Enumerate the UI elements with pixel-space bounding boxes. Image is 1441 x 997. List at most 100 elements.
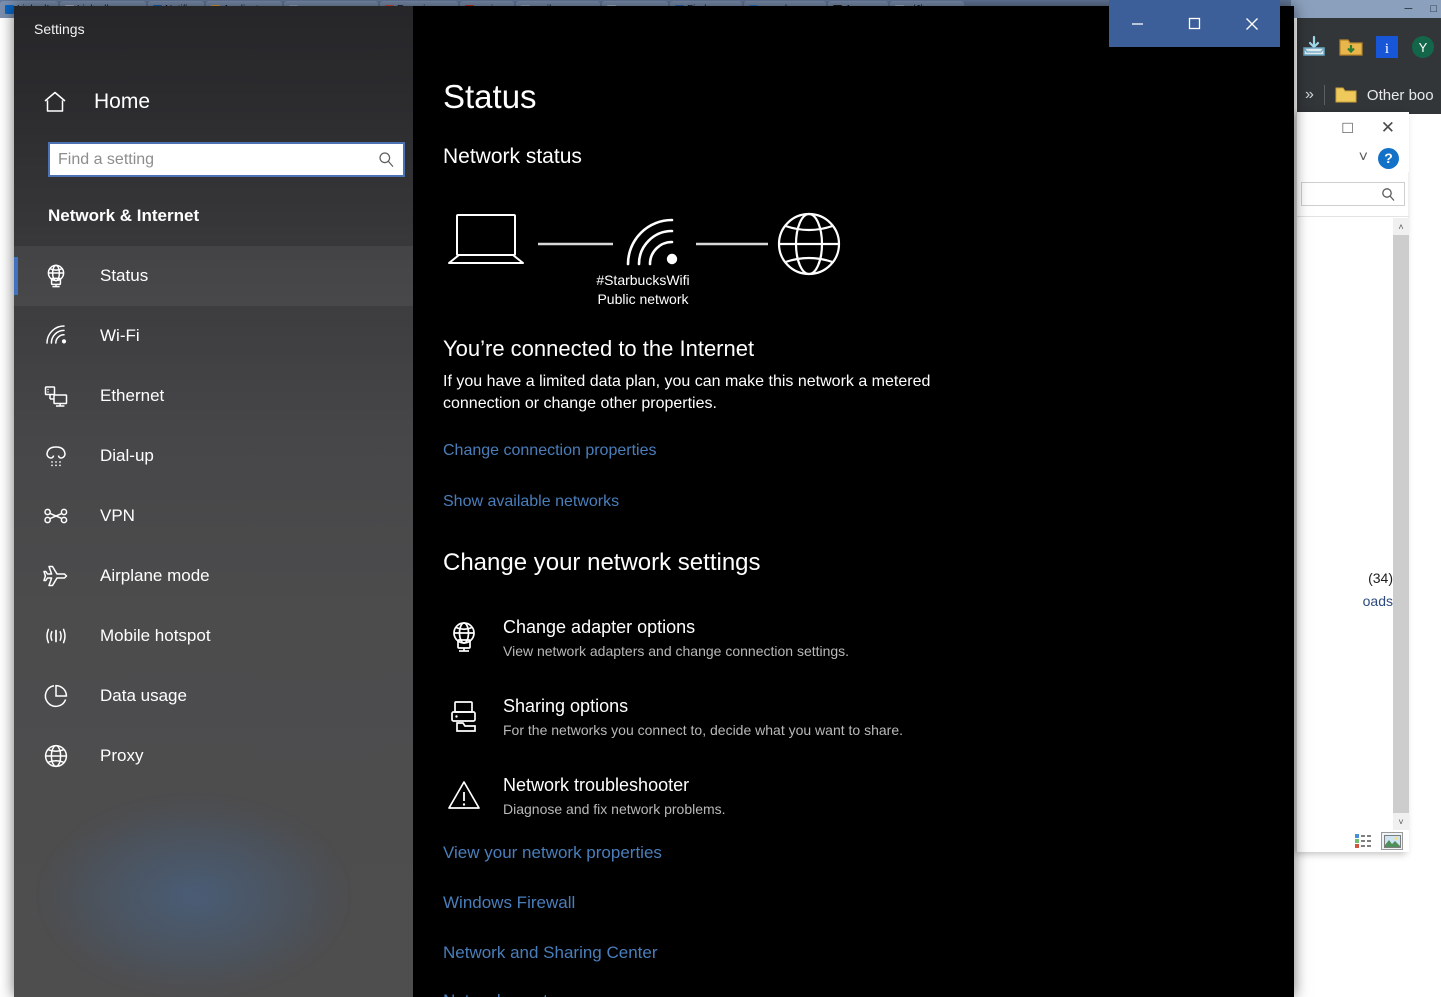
settings-window-controls (1109, 0, 1280, 47)
dialog-close-button[interactable]: ✕ (1381, 118, 1395, 138)
sidebar-item-data-usage[interactable]: Data usage (14, 666, 413, 726)
scroll-down-arrow[interactable]: ˅ (1393, 813, 1409, 830)
download-icon[interactable] (1301, 35, 1327, 59)
page-background (1310, 854, 1441, 997)
link-network-sharing-center[interactable]: Network and Sharing Center (443, 943, 658, 963)
option-network-troubleshooter[interactable]: Network troubleshooter Diagnose and fix … (443, 774, 1263, 830)
divider (1323, 85, 1325, 105)
home-icon (42, 89, 68, 115)
close-button[interactable] (1229, 0, 1275, 47)
sidebar-item-dial-up[interactable]: Dial-up (14, 426, 413, 486)
pie-chart-icon (42, 682, 70, 710)
large-icons-view-button[interactable] (1381, 832, 1403, 850)
section-title: Network status (443, 145, 582, 168)
dialog-scrollbar[interactable]: ˄ ˅ (1393, 218, 1409, 830)
vpn-icon (42, 502, 70, 530)
network-name: #StarbucksWifi (596, 272, 690, 288)
details-view-button[interactable] (1353, 832, 1375, 850)
sidebar-item-ethernet[interactable]: Ethernet (14, 366, 413, 426)
option-title: Sharing options (503, 696, 629, 716)
folder-name-text: oads (1362, 593, 1393, 609)
browser-titlebar-right: ─ □ (1291, 0, 1441, 18)
sidebar-item-mobile-hotspot[interactable]: Mobile hotspot (14, 606, 413, 666)
acrylic-glow (44, 801, 344, 991)
option-desc: Diagnose and fix network problems. (503, 801, 726, 817)
file-count-text: (34) (1368, 570, 1393, 586)
sidebar-item-label: Dial-up (100, 446, 154, 465)
svg-text:i: i (1385, 41, 1389, 57)
scrollbar-thumb[interactable] (1393, 235, 1409, 813)
sidebar-item-airplane-mode[interactable]: Airplane mode (14, 546, 413, 606)
browser-minimize-button[interactable]: ─ (1405, 3, 1413, 15)
folder-icon[interactable] (1339, 36, 1363, 58)
ethernet-icon (42, 382, 70, 410)
option-change-adapter-options[interactable]: Change adapter options View network adap… (443, 616, 1263, 672)
search-input[interactable] (50, 144, 369, 175)
other-bookmarks-folder-icon[interactable] (1335, 85, 1357, 105)
link-show-available-networks[interactable]: Show available networks (443, 493, 619, 511)
airplane-icon (42, 562, 70, 590)
sidebar-item-label: Data usage (100, 686, 187, 705)
globe-icon (42, 742, 70, 770)
profile-icon[interactable]: Y (1411, 35, 1435, 59)
file-explorer-dialog: □ ✕ ˅ ? (34) oads ˄ ˅ (1296, 112, 1409, 852)
dialog-file-list[interactable]: (34) oads (1297, 218, 1393, 830)
option-sharing-options[interactable]: Sharing options For the networks you con… (443, 695, 1263, 751)
sidebar-nav-list: Status Wi-Fi Ethernet Dial-up VPN Airpla… (14, 246, 413, 786)
option-desc: For the networks you connect to, decide … (503, 722, 903, 738)
dialup-icon (42, 442, 70, 470)
search-icon[interactable] (369, 151, 403, 168)
sidebar-item-label: Mobile hotspot (100, 626, 211, 645)
sidebar-item-label: Status (100, 266, 149, 285)
sidebar-section-header: Network & Internet (48, 206, 200, 225)
search-box[interactable] (48, 142, 405, 177)
divider (1297, 216, 1409, 217)
dialog-statusbar (1297, 830, 1409, 852)
dialog-titlebar: □ ✕ (1297, 112, 1409, 144)
network-type: Public network (597, 291, 689, 307)
option-desc: View network adapters and change connect… (503, 643, 850, 659)
adapter-icon (447, 620, 481, 654)
settings-main-panel: Status Network status #StarbucksWifi Pub… (413, 6, 1294, 997)
scroll-up-arrow[interactable]: ˄ (1393, 218, 1409, 235)
settings-window: Settings Home Find a setting Network & I… (14, 6, 1294, 997)
browser-toolbar: i Y (1297, 18, 1441, 76)
app-title: Settings (34, 21, 85, 37)
sidebar-item-label: Proxy (100, 746, 144, 765)
sidebar-item-wi-fi[interactable]: Wi-Fi (14, 306, 413, 366)
maximize-button[interactable] (1172, 0, 1218, 47)
help-button[interactable]: ? (1378, 147, 1399, 169)
sidebar-item-proxy[interactable]: Proxy (14, 726, 413, 786)
sidebar-item-label: VPN (100, 506, 135, 525)
sidebar-item-vpn[interactable]: VPN (14, 486, 413, 546)
network-diagram-labels: #StarbucksWifi Public network (443, 271, 843, 309)
sidebar-item-label: Wi-Fi (100, 326, 140, 345)
ribbon-collapse-button[interactable]: ˅ (1359, 149, 1368, 167)
sidebar-item-home[interactable]: Home (28, 82, 398, 122)
link-network-reset[interactable]: Network reset (443, 991, 548, 997)
option-title: Network troubleshooter (503, 775, 690, 795)
link-change-connection-properties[interactable]: Change connection properties (443, 442, 656, 460)
network-settings-options: Change adapter options View network adap… (443, 616, 1263, 853)
sidebar-item-status[interactable]: Status (14, 246, 413, 306)
tab-favicon (5, 5, 14, 14)
sharing-icon (447, 699, 481, 733)
change-settings-header: Change your network settings (443, 549, 761, 576)
minimize-button[interactable] (1115, 0, 1161, 47)
connection-status-title: You’re connected to the Internet (443, 336, 755, 361)
sidebar-item-label: Ethernet (100, 386, 165, 405)
link-windows-firewall[interactable]: Windows Firewall (443, 893, 575, 913)
dialog-search-input[interactable] (1301, 182, 1405, 206)
bookmarks-overflow-button[interactable]: » (1305, 86, 1314, 104)
dialog-maximize-button[interactable]: □ (1342, 118, 1352, 138)
hotspot-icon (42, 622, 70, 650)
browser-bookmarks-bar: » Other boo (1297, 76, 1441, 114)
info-icon[interactable]: i (1375, 35, 1399, 59)
other-bookmarks-label[interactable]: Other boo (1367, 87, 1434, 104)
link-view-network-properties[interactable]: View your network properties (443, 843, 662, 863)
page-title: Status (443, 78, 537, 115)
warning-triangle-icon (447, 778, 481, 812)
browser-maximize-button[interactable]: □ (1430, 3, 1437, 15)
search-icon (1381, 187, 1396, 202)
screen: LinkedInLinkedl...Notifica...Applicat...… (0, 0, 1441, 997)
